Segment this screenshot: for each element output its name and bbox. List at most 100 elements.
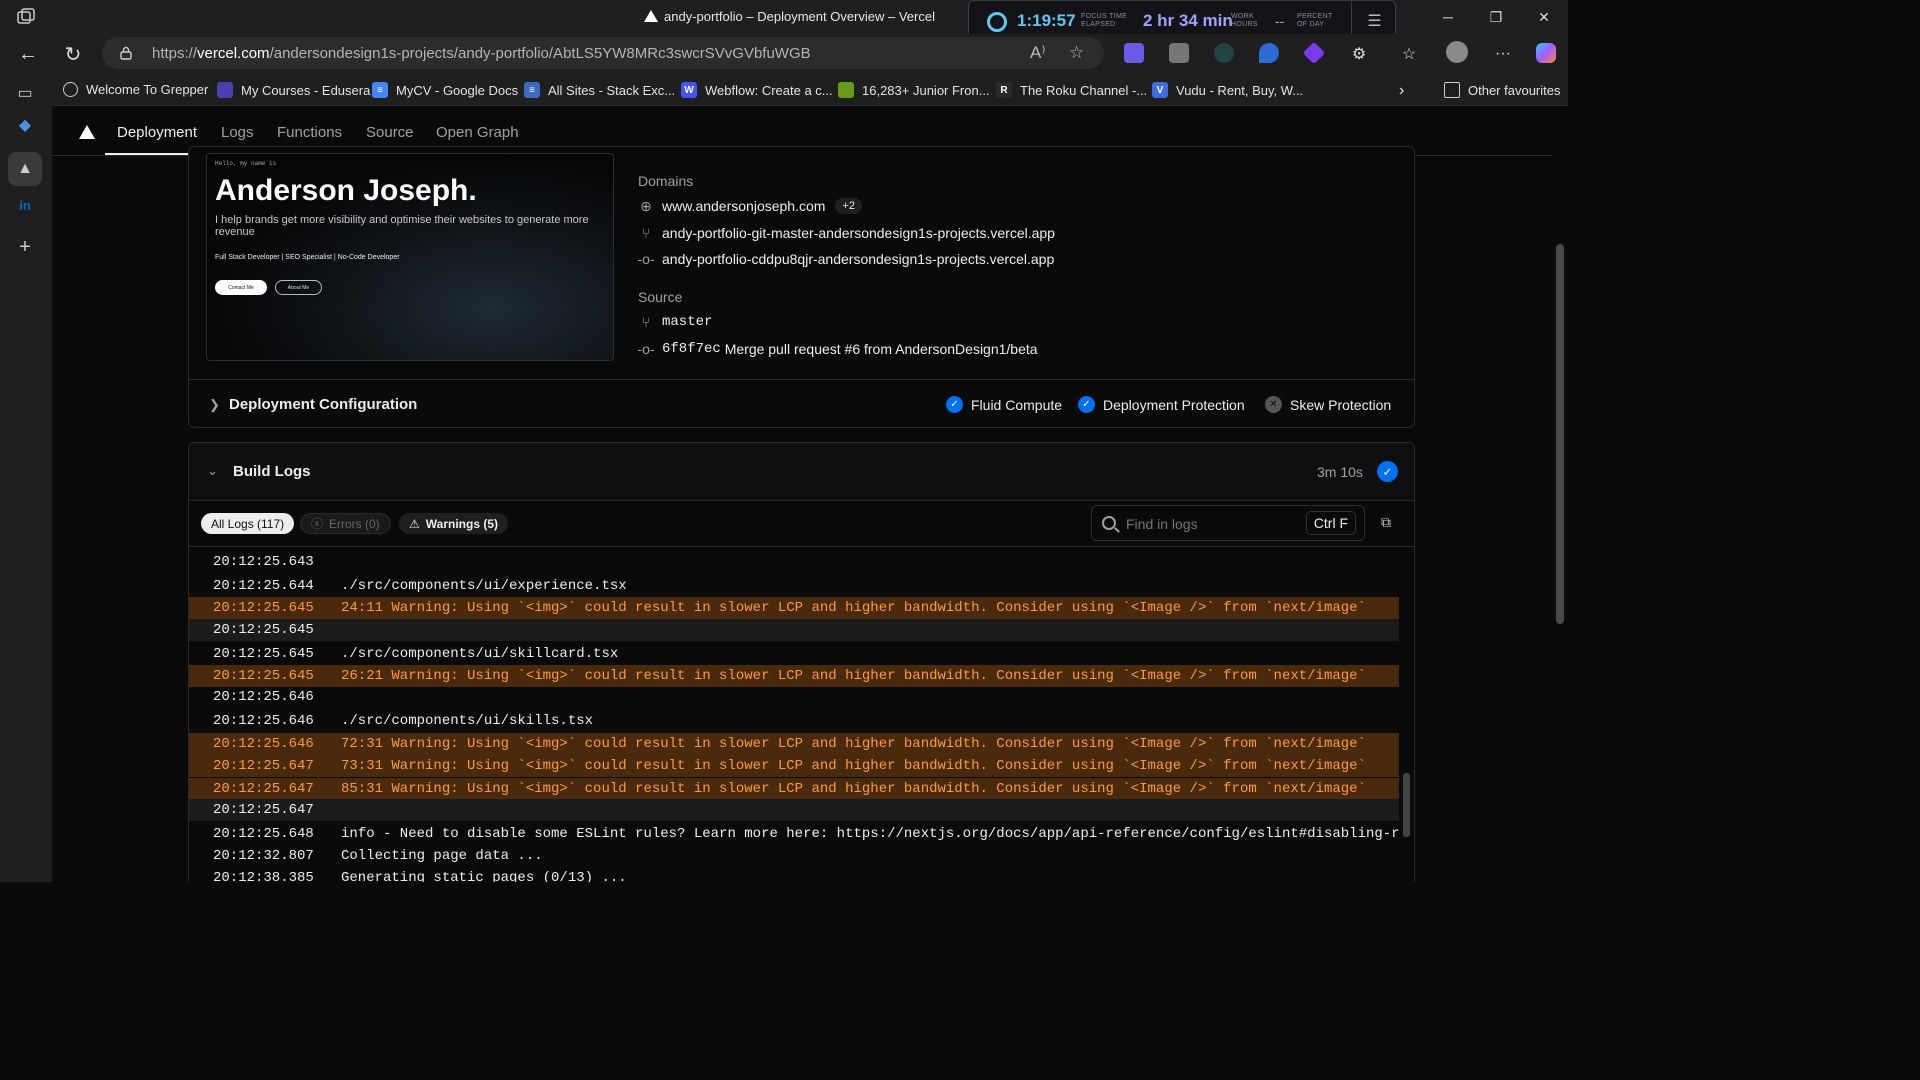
tab-source[interactable]: Source [366,124,414,141]
page-title: andy-portfolio – Deployment Overview – V… [664,9,935,24]
close-icon[interactable]: ✕ [1520,0,1568,34]
check-circle-icon: ✓ [1078,396,1095,413]
log-line: 20:12:25.645 24:11 Warning: Using `<img>`… [189,597,1399,619]
focus-label: FOCUS TIME ELAPSED [1081,13,1128,28]
favorite-star-icon[interactable]: ☆ [1069,43,1084,63]
vercel-logo-icon[interactable] [79,125,95,139]
log-scrollbar-thumb[interactable] [1403,773,1410,837]
read-aloud-icon[interactable]: A⁾ [1030,43,1046,63]
add-tab-icon[interactable]: + [8,230,42,264]
copy-logs-icon[interactable]: ⧉ [1381,514,1397,530]
edusera-icon [217,82,233,98]
git-branch-icon: ⑂ [641,225,651,241]
bookmark-item[interactable]: 16,283+ Junior Fron... [838,82,990,98]
domains-count-badge[interactable]: +2 [835,198,862,214]
log-line: 20:12:25.647 85:31 Warning: Using `<img>`… [189,778,1399,800]
log-message: ./src/components/ui/experience.tsx [341,578,627,594]
roku-icon: R [996,82,1012,98]
workspaces-icon[interactable] [16,8,36,26]
restore-icon[interactable]: ❐ [1472,0,1520,34]
deployment-preview[interactable]: Hello, my name is Anderson Joseph. I hel… [206,153,614,361]
build-logs-title: Build Logs [233,463,311,480]
page-scrollbar[interactable] [1552,106,1568,882]
extension-k-icon[interactable] [1169,43,1189,63]
preview-hello: Hello, my name is [215,160,277,167]
extensions-puzzle-icon[interactable]: ⚙ [1343,40,1375,68]
search-icon [1102,516,1116,530]
copilot-icon[interactable] [1536,43,1556,63]
refresh-icon[interactable]: ↻ [57,40,89,68]
git-commit-icon: -o- [637,251,655,267]
title-bar: andy-portfolio – Deployment Overview – V… [0,0,1568,41]
build-logs-header[interactable]: ⌄ Build Logs 3m 10s ✓ [189,443,1414,501]
tab-deployment[interactable]: Deployment [117,124,197,141]
log-message: 73:31 Warning: Using `<img>` could resul… [341,758,1366,774]
bookmark-item[interactable]: W Webflow: Create a c... [681,82,833,98]
webflow-icon: W [681,82,697,98]
feature-skew-protection: ✕ Skew Protection [1265,396,1391,413]
source-branch[interactable]: ⑂ master [638,314,713,330]
log-message: ./src/components/ui/skillcard.tsx [341,646,619,662]
domain-commit[interactable]: -o-andy-portfolio-cddpu8qjr-andersondesi… [637,251,1054,267]
profile-avatar[interactable] [1446,41,1468,63]
focus-time: 1:19:57 [1017,11,1076,30]
bookmarks-bar: Welcome To Grepper My Courses - Edusera … [0,74,1568,106]
source-commit[interactable]: -o- 6f8f7ec Merge pull request #6 from An… [637,341,1037,357]
bookmark-item[interactable]: R The Roku Channel -... [996,82,1147,98]
lock-icon[interactable] [120,46,132,60]
stack-exchange-icon: ≡ [524,82,540,98]
deployment-configuration[interactable]: ❯ Deployment Configuration ✓ Fluid Comput… [189,379,1414,429]
tab-open-graph[interactable]: Open Graph [436,124,519,141]
more-menu-icon[interactable]: ··· [1487,40,1519,68]
tab-logs[interactable]: Logs [221,124,254,141]
extension-diamond-icon[interactable] [1302,41,1326,65]
sidebar-gem-icon[interactable]: ◆ [8,108,42,142]
tab-panel-icon[interactable]: ▭ [8,76,42,110]
filter-warnings[interactable]: ⚠ Warnings (5) [399,513,508,534]
log-search[interactable]: Ctrl F [1091,505,1365,541]
bookmark-item[interactable]: V Vudu - Rent, Buy, W... [1152,82,1303,98]
minimize-icon[interactable]: ─ [1424,0,1472,34]
bookmark-item[interactable]: My Courses - Edusera [217,82,370,98]
page-scrollbar-thumb[interactable] [1556,244,1564,624]
log-timestamp: 20:12:32.807 [213,848,314,864]
check-circle-icon: ✓ [946,396,963,413]
vercel-tab-icon[interactable]: ▲ [8,152,42,186]
x-circle-icon: ✕ [1265,396,1282,413]
domain-link[interactable]: www.andersonjoseph.com [662,198,825,214]
bookmark-item[interactable]: ≡ All Sites - Stack Exc... [524,82,675,98]
linkedin-icon[interactable]: in [8,188,42,222]
log-line: 20:12:25.645 26:21 Warning: Using `<img>`… [189,665,1399,687]
back-icon[interactable]: ← [12,40,44,68]
other-favourites[interactable]: Other favourites [1444,82,1561,98]
log-output[interactable]: 20:12:25.643 20:12:25.644 ./src/components… [189,547,1399,882]
url-text[interactable]: https://vercel.com/andersondesign1s-proj… [152,45,811,62]
log-scrollbar[interactable] [1399,547,1414,882]
build-duration: 3m 10s [1317,464,1363,480]
browser-window: andy-portfolio – Deployment Overview – V… [0,0,1568,882]
filter-all-logs[interactable]: All Logs (117) [201,513,295,534]
log-search-input[interactable] [1126,516,1306,532]
bookmarks-overflow-chevron-icon[interactable]: › [1399,82,1404,100]
domain-primary[interactable]: ⊕ www.andersonjoseph.com +2 [638,198,862,214]
extension-gem-icon[interactable] [1259,43,1279,63]
bookmark-item[interactable]: ≡ MyCV - Google Docs [372,82,518,98]
log-line: 20:12:25.648 info - Need to disable some … [189,823,1399,845]
bookmark-item[interactable]: Welcome To Grepper [63,82,208,97]
frontend-icon [838,82,854,98]
extension-d-icon[interactable] [1124,43,1144,63]
domain-branch[interactable]: ⑂ andy-portfolio-git-master-andersondesig… [638,225,1055,241]
feature-fluid-compute: ✓ Fluid Compute [946,396,1062,413]
log-timestamp: 20:12:25.647 [213,781,314,797]
timer-ring-icon [987,12,1007,32]
percent-value: -- [1275,13,1285,29]
log-timestamp: 20:12:25.645 [213,622,314,638]
tab-functions[interactable]: Functions [277,124,342,141]
favorites-icon[interactable]: ☆ [1393,40,1425,68]
filter-errors[interactable]: ⓧ Errors (0) [300,513,391,534]
react-devtools-icon[interactable] [1214,43,1234,63]
log-timestamp: 20:12:25.646 [213,689,314,705]
address-bar[interactable]: https://vercel.com/andersondesign1s-proj… [102,37,1104,69]
log-line: 20:12:25.645 [189,619,1399,641]
log-line: 20:12:25.644 ./src/components/ui/experien… [189,575,1399,597]
